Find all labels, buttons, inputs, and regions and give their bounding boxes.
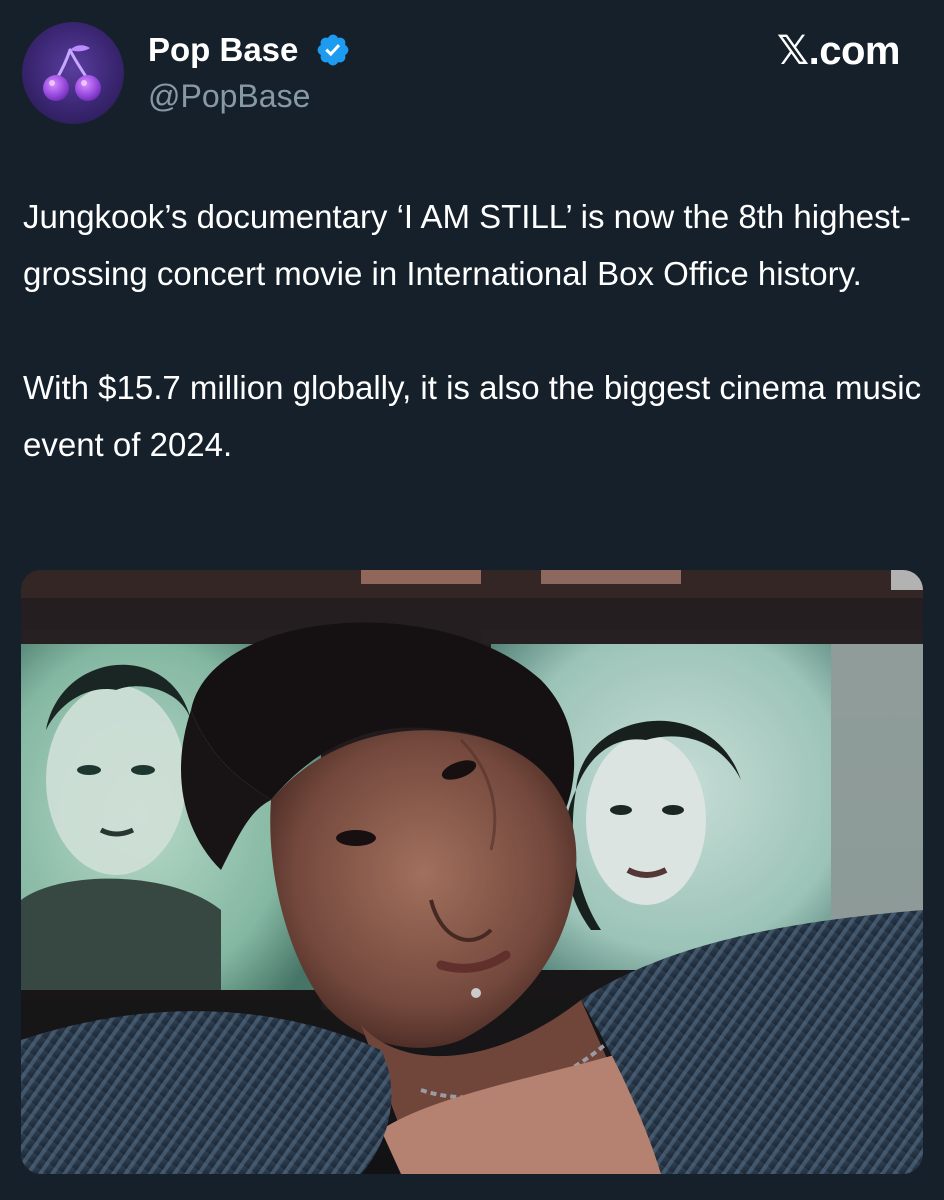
tweet-text: Jungkook’s documentary ‘I AM STILL’ is n… (23, 188, 923, 473)
avatar[interactable] (22, 22, 124, 124)
author-name[interactable]: Pop Base (148, 28, 298, 72)
x-logo: 𝕏.com (776, 29, 901, 73)
tweet-paragraph-1: Jungkook’s documentary ‘I AM STILL’ is n… (23, 198, 911, 292)
cherry-icon (43, 45, 101, 101)
verified-badge-icon (317, 34, 349, 66)
tweet-card: Pop Base @PopBase 𝕏.com Jungkook’s docum… (0, 0, 944, 1200)
tweet-photo[interactable] (21, 570, 923, 1174)
tweet-paragraph-2: With $15.7 million globally, it is also … (23, 369, 922, 463)
photo-illustration (21, 570, 923, 1174)
author-handle[interactable]: @PopBase (148, 75, 310, 117)
